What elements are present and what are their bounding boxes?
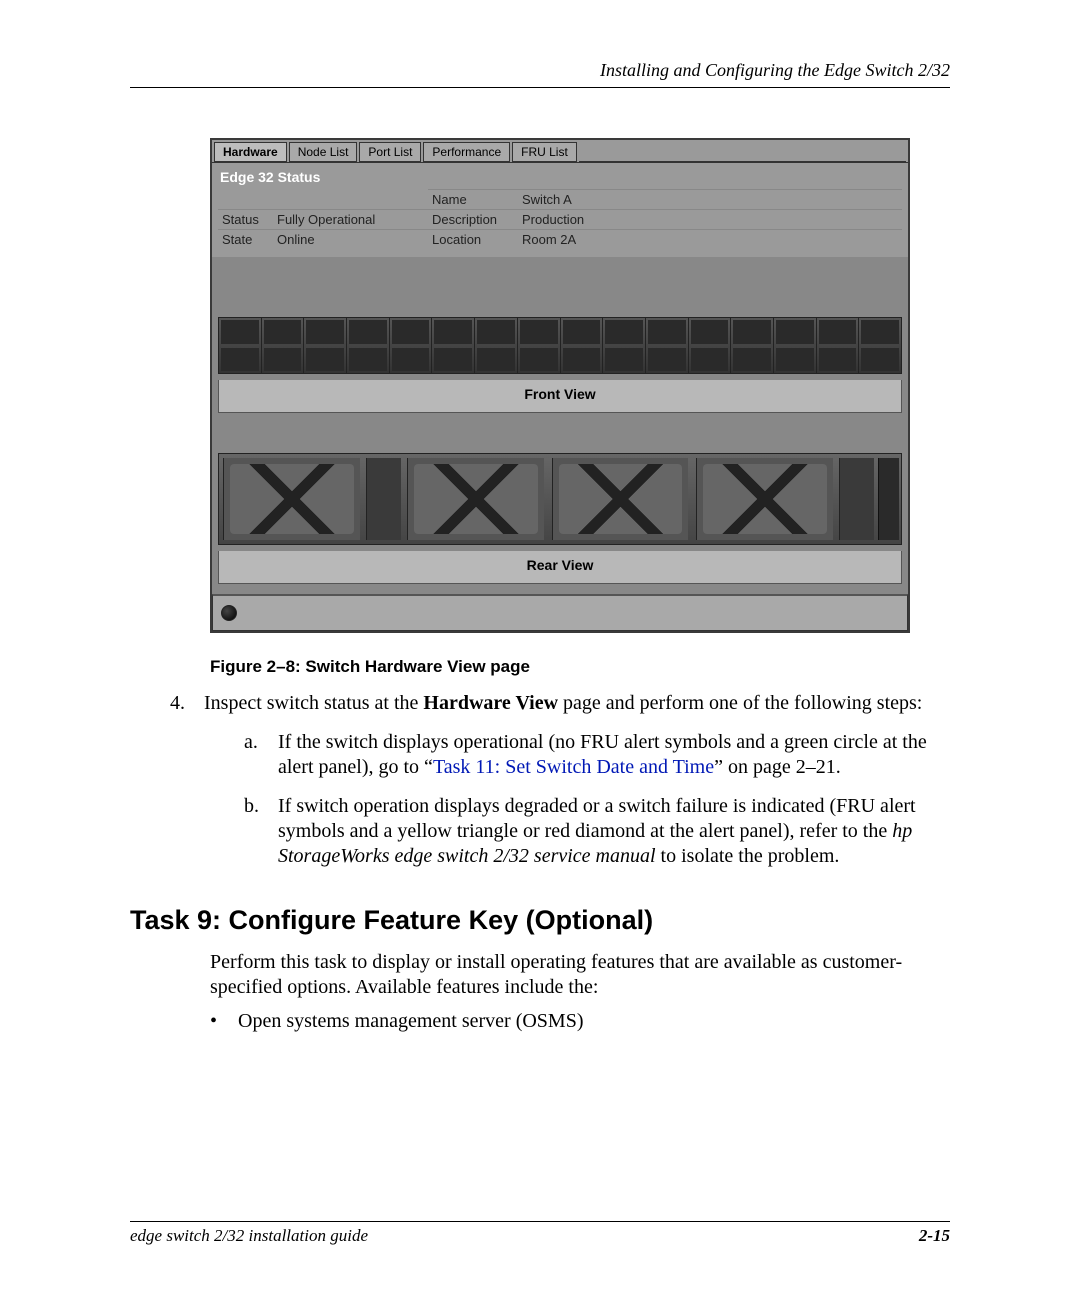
tab-performance[interactable]: Performance [423, 142, 510, 162]
page-footer: edge switch 2/32 installation guide 2-15 [130, 1221, 950, 1246]
tab-port-list[interactable]: Port List [359, 142, 421, 162]
substep-b-tail: to isolate the problem. [656, 845, 840, 867]
status-area: Edge 32 Status Name Switch A Status Full… [212, 162, 908, 257]
status-indicator-icon [221, 605, 237, 621]
psu-icon [366, 458, 401, 540]
label-location: Location [428, 229, 518, 249]
substep-letter: b. [244, 794, 278, 869]
task-9-heading: Task 9: Configure Feature Key (Optional) [130, 905, 950, 936]
figure-caption: Figure 2–8: Switch Hardware View page [210, 657, 910, 677]
bullet-text: Open systems management server (OSMS) [238, 1010, 584, 1033]
hardware-view-term: Hardware View [423, 692, 558, 714]
fan-icon [552, 458, 689, 540]
step-4: 4. Inspect switch status at the Hardware… [170, 691, 950, 716]
running-header: Installing and Configuring the Edge Swit… [130, 60, 950, 88]
link-task-11[interactable]: Task 11: Set Switch Date and Time [433, 756, 714, 778]
step-number: 4. [170, 691, 204, 716]
value-location: Room 2A [518, 229, 902, 249]
alert-panel [212, 594, 908, 631]
substep-b-text: If switch operation displays degraded or… [278, 795, 916, 842]
bullet-icon: • [210, 1010, 238, 1033]
footer-guide-title: edge switch 2/32 installation guide [130, 1226, 368, 1246]
substep-a: a. If the switch displays operational (n… [244, 730, 950, 780]
fan-icon [407, 458, 544, 540]
switch-front-diagram [218, 317, 902, 374]
tab-bar: Hardware Node List Port List Performance… [212, 140, 908, 162]
step-4-text-tail: page and perform one of the following st… [558, 692, 922, 714]
switch-rear-diagram [218, 453, 902, 545]
footer-page-number: 2-15 [919, 1226, 950, 1246]
value-state: Online [273, 229, 428, 249]
tab-hardware[interactable]: Hardware [214, 142, 287, 162]
value-name: Switch A [518, 189, 902, 209]
step-4-text: Inspect switch status at the [204, 692, 423, 714]
label-state: State [218, 229, 273, 249]
led-bar-icon [878, 458, 899, 540]
label-description: Description [428, 209, 518, 229]
value-description: Production [518, 209, 902, 229]
value-status: Fully Operational [273, 209, 428, 229]
fan-icon [696, 458, 833, 540]
label-name: Name [428, 189, 518, 209]
tab-fru-list[interactable]: FRU List [512, 142, 577, 162]
figure-2-8: Hardware Node List Port List Performance… [210, 138, 910, 677]
front-view-label: Front View [218, 380, 902, 413]
substep-a-tail: ” on page 2–21. [714, 756, 841, 778]
device-panel: Front View Rear View [212, 257, 908, 594]
bullet-osms: • Open systems management server (OSMS) [210, 1010, 950, 1033]
task-9-body: Perform this task to display or install … [210, 950, 950, 1000]
psu-icon [839, 458, 874, 540]
substep-letter: a. [244, 730, 278, 780]
fan-icon [223, 458, 360, 540]
status-title: Edge 32 Status [220, 169, 902, 185]
label-status: Status [218, 209, 273, 229]
hardware-view-screenshot: Hardware Node List Port List Performance… [210, 138, 910, 633]
tab-node-list[interactable]: Node List [289, 142, 358, 162]
rear-view-label: Rear View [218, 551, 902, 584]
substep-b: b. If switch operation displays degraded… [244, 794, 950, 869]
